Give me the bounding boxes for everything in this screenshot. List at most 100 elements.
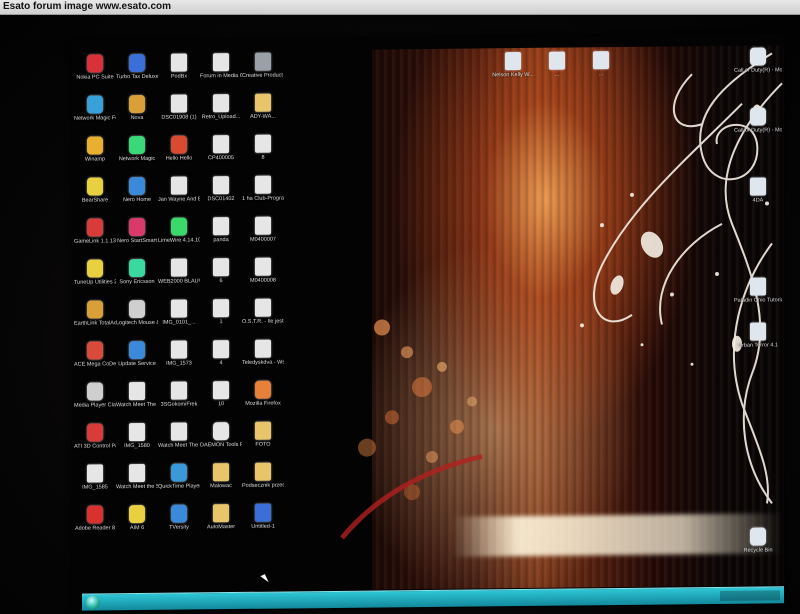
desktop-icon[interactable]: QuickTime Player — [158, 463, 200, 503]
desktop-icon[interactable]: panda — [200, 217, 242, 257]
desktop-icon[interactable]: ACE Mega CoDecS P... — [74, 341, 116, 381]
desktop-icon[interactable]: 6 — [200, 258, 242, 298]
desktop-icon[interactable]: FOTO — [242, 421, 284, 462]
desktop-icon[interactable]: 1 ha Club-Program... — [242, 175, 284, 216]
desktop-icon[interactable]: TVersity — [158, 504, 200, 544]
desktop-icon[interactable]: Winamp — [74, 136, 116, 176]
app-icon — [87, 54, 103, 73]
desktop-icon[interactable]: Creative Product Reg... — [242, 52, 284, 93]
desktop-icon[interactable]: PodBx — [158, 53, 200, 93]
desktop-icon[interactable]: M0400008 — [242, 257, 284, 298]
desktop-icon[interactable]: TuneUp Utilities 2006 — [74, 259, 116, 299]
desktop-icon-label: Call of Duty(R) - Modern... — [734, 67, 782, 74]
desktop-icon[interactable]: Podsecznik przedmo... — [242, 462, 284, 503]
desktop-icon-grid: Nokia PC SuiteTurbo Tax Deluxe 2007 PodBx… — [72, 52, 284, 585]
desktop-icon-label: DSC01908 (1) — [161, 114, 197, 121]
desktop-icon[interactable]: IMG_1573 — [158, 340, 200, 380]
desktop-icon[interactable]: Teledyskdva - Wshiga ajki — [242, 339, 284, 380]
desktop-icon[interactable]: 1 — [200, 299, 242, 339]
desktop-icon-label: Network Magic — [118, 155, 156, 163]
desktop-icon[interactable]: 10 — [200, 381, 242, 421]
desktop-icon[interactable]: Logitech Mouse & Keybd — [116, 299, 158, 340]
desktop-icon[interactable]: BearShare — [74, 177, 116, 217]
desktop-icon-label: AutoMaster — [206, 524, 236, 531]
desktop-icon[interactable]: Nero StartSmart — [116, 217, 158, 258]
desktop-icon[interactable]: Watch Meet The Sport... — [158, 422, 200, 462]
desktop-icon[interactable]: Malowac — [200, 463, 242, 503]
file-icon — [213, 381, 229, 400]
folder-icon — [255, 93, 271, 112]
desktop-icon[interactable]: LimeWire 4.14.10 — [158, 217, 200, 257]
desktop-icon[interactable]: Paladin Ohio Tutorial... — [734, 277, 782, 318]
desktop-icon[interactable]: DAEMON Tools Pro — [200, 422, 242, 462]
banner-text: Esato forum image www.esato.com — [3, 1, 172, 12]
file-icon — [213, 340, 229, 359]
desktop-icon[interactable]: IMG_0101_... — [158, 299, 200, 339]
desktop-icon[interactable]: Turbo Tax Deluxe 2007 — [116, 53, 158, 94]
desktop-icon-label: FOTO — [255, 441, 271, 448]
app-icon — [129, 504, 145, 524]
file-icon — [255, 339, 271, 358]
folder-icon — [213, 463, 229, 482]
desktop-icon[interactable]: Media Player Classic — [74, 382, 116, 422]
desktop-icon[interactable]: Forum in Media Center — [200, 53, 242, 93]
desktop-icon[interactable]: M0400007 — [242, 216, 284, 257]
system-tray[interactable] — [720, 590, 780, 601]
desktop-icon[interactable]: Untitled-1 — [242, 503, 284, 544]
desktop-icon[interactable]: Watch Meet The Sport... — [116, 381, 158, 422]
file-icon — [213, 94, 229, 113]
desktop-icon[interactable]: Nokia PC Suite — [74, 54, 116, 94]
start-button[interactable] — [86, 595, 100, 610]
folder-icon — [750, 277, 766, 296]
desktop-icon[interactable]: ... — [536, 51, 578, 91]
desktop-icon[interactable]: AutoMaster — [200, 504, 242, 544]
file-icon — [171, 340, 187, 359]
desktop-icon[interactable]: Network Magic Folders — [74, 95, 116, 135]
desktop-icon[interactable]: Update Service — [116, 340, 158, 381]
desktop-icon-label: Nokia PC Suite — [76, 74, 114, 81]
desktop-icon[interactable]: WEB2000 BLAUV... — [158, 258, 200, 298]
desktop-icon[interactable]: DSC01402 — [200, 176, 242, 216]
desktop-icon[interactable]: DSC01908 (1) — [158, 94, 200, 134]
taskbar[interactable] — [82, 586, 784, 611]
desktop-icon[interactable]: Call of Duty(R) - Modern... — [734, 107, 782, 148]
desktop-icon[interactable]: Nova — [116, 94, 158, 135]
desktop-icon-label: Nero StartSmart — [117, 237, 157, 245]
desktop-icon[interactable]: Network Magic — [116, 135, 158, 176]
app-icon — [129, 299, 145, 319]
desktop-icon[interactable]: 3SGokomiFrek — [158, 381, 200, 421]
desktop-icon-label: 10 — [217, 401, 225, 408]
desktop-icon[interactable]: Sony Ericsson — [116, 258, 158, 299]
app-icon — [129, 94, 145, 114]
desktop-icon[interactable]: Jan Wayne And Blod... — [158, 176, 200, 216]
desktop-icon[interactable]: 4DA — [734, 177, 782, 218]
desktop-icon-label: Malowac — [210, 483, 232, 490]
desktop-icon[interactable]: Adobe Reader 8 — [74, 505, 116, 545]
desktop-icon[interactable]: ... — [580, 51, 622, 91]
desktop-icon[interactable]: Watch Meet the Sport... — [116, 463, 158, 504]
desktop-icon[interactable]: Hello Hello — [158, 135, 200, 175]
desktop-icon[interactable]: IMG_1585 — [74, 464, 116, 504]
file-icon — [255, 257, 271, 276]
desktop-icon[interactable]: GameLink 1.1.13 — [74, 218, 116, 258]
desktop-icon[interactable]: Call of Duty(R) - Modern... — [734, 47, 782, 88]
desktop-icon[interactable]: Recycle Bin — [734, 527, 782, 568]
desktop-icon[interactable]: Urban Terror 4.1 — [734, 322, 782, 363]
desktop-icon[interactable]: Nero Home — [116, 176, 158, 217]
desktop-icon[interactable]: 8 — [242, 134, 284, 175]
desktop-icon[interactable]: IMG_1580 — [116, 422, 158, 463]
desktop-icon[interactable]: AIM 6 — [116, 504, 158, 545]
desktop-icon[interactable]: Retro_Upload... — [200, 94, 242, 134]
desktop-icon[interactable]: ADY-WA... — [242, 93, 284, 134]
desktop-icon[interactable]: Mozilla Firefox — [242, 380, 284, 421]
app-icon — [87, 341, 103, 360]
folder-icon — [213, 504, 229, 523]
desktop-icon[interactable]: ATI 3D Control Panel — [74, 423, 116, 463]
desktop-icon[interactable]: EarthLink TotalAccess — [74, 300, 116, 340]
desktop-icon[interactable]: 4 — [200, 340, 242, 380]
file-icon — [87, 464, 103, 483]
desktop-icon[interactable]: Nelson Kelly W... — [492, 52, 534, 92]
desktop-icon[interactable]: CP400005 — [200, 135, 242, 175]
desktop-icon[interactable]: O.S.T.R. - Ile jestem w s... — [242, 298, 284, 339]
file-icon — [255, 175, 271, 194]
